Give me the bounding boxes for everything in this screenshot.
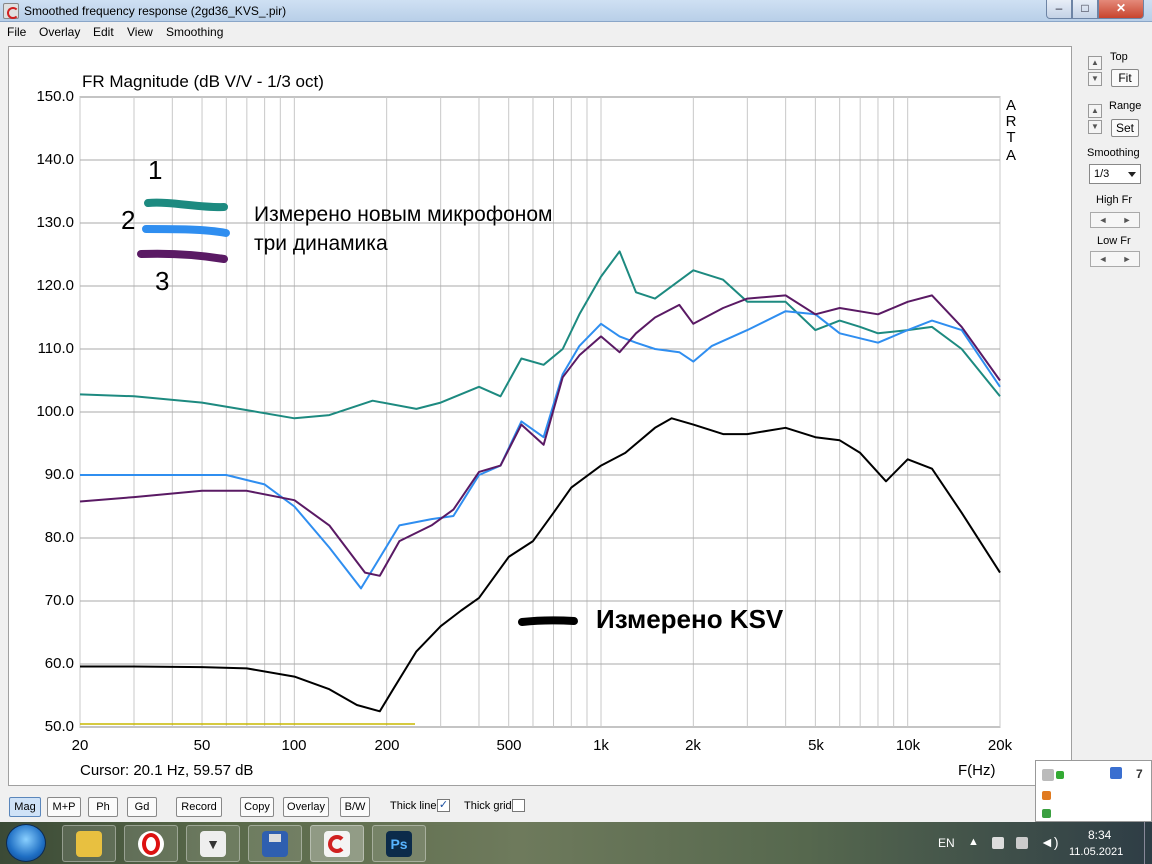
y-tick-label: 150.0: [36, 88, 74, 105]
copy-button[interactable]: Copy: [240, 797, 274, 817]
x-tick-label: 200: [374, 737, 400, 754]
y-tick-label: 60.0: [44, 655, 74, 672]
bw-button[interactable]: B/W: [340, 797, 370, 817]
app-icon[interactable]: [1042, 791, 1051, 800]
y-tick-label: 110.0: [37, 340, 74, 357]
low-fr-stepper[interactable]: ◄ ►: [1090, 251, 1140, 267]
x-tick-label: 50: [193, 737, 211, 754]
x-tick-label: 2k: [685, 737, 701, 754]
thick-line-label: Thick line: [390, 800, 437, 812]
y-tick-label: 80.0: [44, 529, 74, 546]
x-tick-label: 5k: [808, 737, 824, 754]
legend-swatch-ksv: [518, 616, 578, 626]
taskbar-file-explorer[interactable]: [62, 825, 116, 862]
thick-grid-checkbox[interactable]: [512, 799, 525, 812]
y-tick-label: 100.0: [36, 403, 74, 420]
taskbar-opera[interactable]: [124, 825, 178, 862]
hardware-icon[interactable]: [1042, 769, 1054, 781]
tray-overflow-popup: 7: [1035, 760, 1152, 822]
top-down-arrow[interactable]: ▼: [1088, 72, 1102, 86]
thick-grid-label: Thick grid: [464, 800, 512, 812]
ksv-annotation-label: Измерено KSV: [596, 604, 784, 634]
network-icon[interactable]: [1016, 837, 1028, 849]
y-axis-title: FR Magnitude (dB V/V - 1/3 oct): [82, 72, 324, 91]
set-button[interactable]: Set: [1111, 119, 1139, 137]
arta-watermark-letter: R: [1005, 113, 1017, 130]
group-delay-button[interactable]: Gd: [127, 797, 157, 817]
series-number-2: 2: [121, 205, 136, 235]
chevron-down-icon: [1128, 172, 1136, 177]
x-tick-label: 10k: [895, 737, 921, 754]
phase-button[interactable]: Ph: [88, 797, 118, 817]
taskbar-photoshop[interactable]: Ps: [372, 825, 426, 862]
x-tick-label: 500: [496, 737, 522, 754]
x-axis-unit-label: F(Hz): [958, 762, 996, 779]
y-tick-label: 90.0: [44, 466, 74, 483]
arta-watermark-letter: T: [1006, 129, 1016, 146]
overlay-button[interactable]: Overlay: [283, 797, 329, 817]
legend-swatch-1: [144, 198, 228, 212]
y-tick-label: 70.0: [44, 592, 74, 609]
clock-date[interactable]: 11.05.2021: [1069, 846, 1123, 858]
y-tick-label: 120.0: [36, 277, 74, 294]
y-tick-label: 50.0: [44, 718, 74, 735]
flag-icon[interactable]: [992, 837, 1004, 849]
cursor-readout: Cursor: 20.1 Hz, 59.57 dB: [80, 762, 254, 779]
right-arrow-icon[interactable]: ►: [1115, 215, 1139, 225]
range-down-arrow[interactable]: ▼: [1088, 120, 1102, 134]
left-arrow-icon[interactable]: ◄: [1091, 254, 1115, 264]
high-fr-stepper[interactable]: ◄ ►: [1090, 212, 1140, 228]
legend-swatch-2: [142, 225, 230, 237]
tray-count[interactable]: 7: [1136, 767, 1143, 781]
taskbar-save[interactable]: [248, 825, 302, 862]
floppy-icon: [262, 831, 288, 857]
y-tick-label: 140.0: [36, 151, 74, 168]
taskbar-media-player[interactable]: ▼: [186, 825, 240, 862]
x-tick-label: 100: [281, 737, 307, 754]
left-arrow-icon[interactable]: ◄: [1091, 215, 1115, 225]
photoshop-icon: Ps: [386, 831, 412, 857]
legend-annotation-line2: три динамика: [254, 232, 388, 255]
mag-button[interactable]: Mag: [9, 797, 41, 817]
smoothing-label: Smoothing: [1087, 147, 1140, 159]
app-icon[interactable]: [1042, 809, 1051, 818]
clock-time[interactable]: 8:34: [1088, 828, 1111, 842]
y-tick-label: 130.0: [36, 214, 74, 231]
legend-annotation-line1: Измерено новым микрофоном: [254, 203, 553, 226]
range-up-arrow[interactable]: ▲: [1088, 104, 1102, 118]
fit-button[interactable]: Fit: [1111, 69, 1139, 87]
start-button[interactable]: [6, 824, 46, 862]
taskbar-arta[interactable]: [310, 825, 364, 862]
frequency-response-chart[interactable]: [0, 0, 1152, 864]
show-hidden-icons-icon[interactable]: ▲: [968, 836, 979, 848]
volume-icon[interactable]: ◄): [1040, 834, 1059, 850]
arta-icon: [324, 831, 350, 857]
smoothing-select-value: 1/3: [1094, 168, 1110, 180]
thick-line-checkbox[interactable]: ✓: [437, 799, 450, 812]
mag-phase-button[interactable]: M+P: [47, 797, 81, 817]
right-arrow-icon[interactable]: ►: [1115, 254, 1139, 264]
arta-watermark-letter: A: [1005, 97, 1016, 114]
series-number-3: 3: [155, 266, 170, 296]
arrow-icon[interactable]: [1056, 771, 1064, 779]
arta-watermark-letter: A: [1005, 147, 1016, 164]
language-indicator[interactable]: EN: [938, 836, 955, 850]
record-button[interactable]: Record: [176, 797, 222, 817]
top-label: Top: [1110, 51, 1128, 63]
high-fr-label: High Fr: [1096, 194, 1133, 206]
series-number-1: 1: [148, 155, 163, 185]
show-desktop-button[interactable]: [1144, 822, 1152, 864]
x-tick-label: 1k: [593, 737, 609, 754]
range-label: Range: [1109, 100, 1142, 112]
top-up-arrow[interactable]: ▲: [1088, 56, 1102, 70]
x-tick-label: 20k: [987, 737, 1013, 754]
fox-icon: ▼: [200, 831, 226, 857]
x-tick-label: 20: [71, 737, 89, 754]
opera-icon: [138, 831, 164, 857]
network-icon[interactable]: [1110, 767, 1122, 779]
smoothing-select[interactable]: 1/3: [1089, 164, 1141, 184]
folder-icon: [76, 831, 102, 857]
low-fr-label: Low Fr: [1097, 235, 1131, 247]
